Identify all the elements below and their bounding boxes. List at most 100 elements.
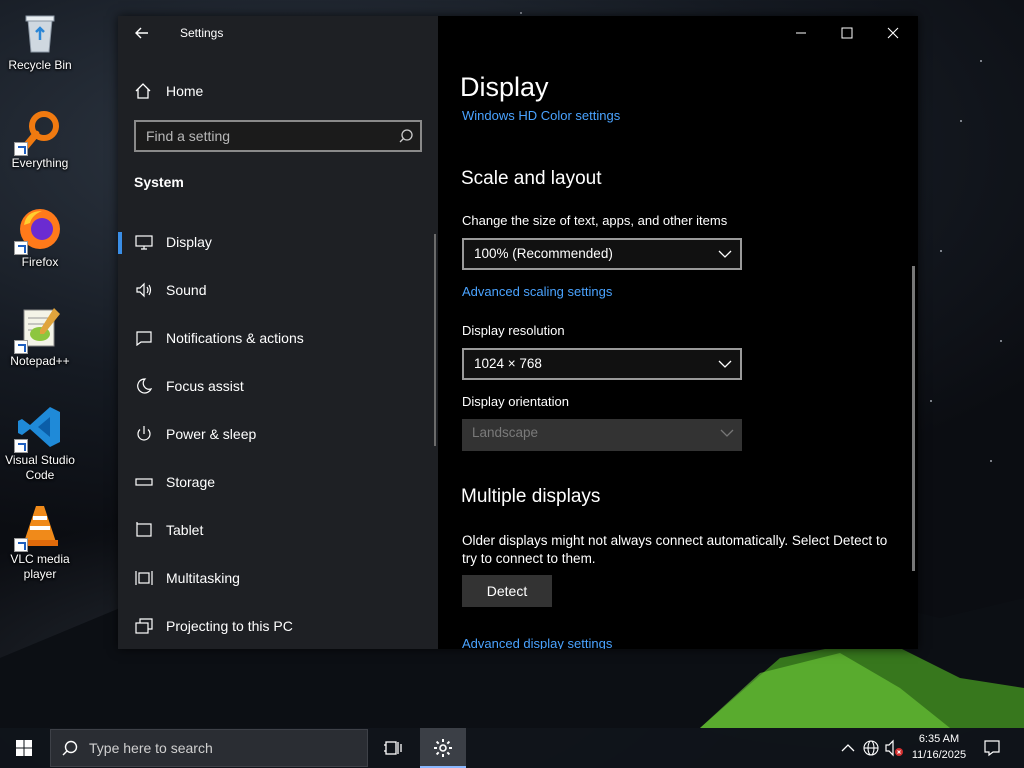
- sidebar-item-label: Storage: [166, 474, 216, 490]
- gear-icon: [434, 739, 452, 757]
- sidebar-item-tablet[interactable]: Tablet: [118, 510, 434, 550]
- hd-color-settings-link[interactable]: Windows HD Color settings: [462, 108, 620, 123]
- orientation-value: Landscape: [472, 425, 539, 440]
- desktop-icon-notepad-plus-plus[interactable]: Notepad++: [2, 304, 78, 369]
- recycle-bin-icon: [16, 8, 64, 56]
- sidebar-item-power-sleep[interactable]: Power & sleep: [118, 414, 434, 454]
- maximize-button[interactable]: [824, 16, 870, 50]
- power-icon: [134, 424, 154, 444]
- taskbar-search-placeholder: Type here to search: [89, 740, 213, 756]
- task-view-button[interactable]: [370, 728, 416, 768]
- multitasking-icon: [134, 568, 154, 588]
- moon-icon: [134, 376, 154, 396]
- scale-label: Change the size of text, apps, and other…: [462, 213, 728, 228]
- find-setting-input[interactable]: Find a setting: [134, 120, 422, 152]
- main-scrollbar[interactable]: [912, 266, 915, 571]
- windows-logo-icon: [16, 740, 32, 756]
- search-icon: [62, 740, 78, 756]
- sidebar-item-focus-assist[interactable]: Focus assist: [118, 366, 434, 406]
- chevron-up-icon: [841, 744, 855, 752]
- settings-sidebar: Settings Home Find a setting System Disp…: [118, 16, 438, 649]
- start-button[interactable]: [0, 728, 48, 768]
- search-placeholder: Find a setting: [146, 128, 231, 144]
- sidebar-item-label: Notifications & actions: [166, 330, 304, 346]
- sidebar-item-label: Multitasking: [166, 570, 240, 586]
- title-bar: Settings: [118, 16, 438, 50]
- desktop-icon-label: Visual Studio Code: [5, 453, 75, 482]
- desktop-icon-vlc[interactable]: VLC media player: [2, 502, 78, 582]
- taskbar-settings-app[interactable]: [420, 728, 466, 768]
- sidebar-item-projecting[interactable]: Projecting to this PC: [118, 606, 434, 646]
- back-button[interactable]: [132, 23, 152, 43]
- scale-layout-heading: Scale and layout: [461, 168, 602, 189]
- close-icon: [887, 27, 899, 39]
- desktop-icon-vscode[interactable]: Visual Studio Code: [2, 403, 78, 483]
- nav-home[interactable]: Home: [134, 78, 414, 104]
- maximize-icon: [841, 27, 853, 39]
- minimize-icon: [796, 32, 806, 34]
- sidebar-item-label: Display: [166, 234, 212, 250]
- desktop-icon-label: Notepad++: [10, 354, 70, 368]
- task-view-icon: [384, 741, 402, 755]
- desktop-icon-recycle-bin[interactable]: Recycle Bin: [2, 8, 78, 73]
- sidebar-item-multitasking[interactable]: Multitasking: [118, 558, 434, 598]
- storage-icon: [134, 472, 154, 492]
- search-icon: [399, 129, 413, 143]
- shortcut-arrow-icon: [14, 340, 28, 354]
- desktop-icon-label: Firefox: [21, 255, 59, 269]
- window-title: Settings: [180, 26, 224, 40]
- orientation-label: Display orientation: [462, 394, 569, 409]
- detect-button[interactable]: Detect: [462, 575, 552, 607]
- speaker-muted-icon: [885, 739, 903, 757]
- scale-value: 100% (Recommended): [474, 246, 613, 261]
- sidebar-scrollbar[interactable]: [434, 234, 436, 446]
- notepad-plus-plus-icon: [14, 304, 64, 354]
- taskbar-search-box[interactable]: Type here to search: [50, 729, 368, 767]
- sidebar-item-label: Focus assist: [166, 378, 244, 394]
- notification-icon: [134, 328, 154, 348]
- scale-dropdown[interactable]: 100% (Recommended): [462, 238, 742, 270]
- section-header: System: [134, 174, 184, 190]
- network-button[interactable]: [861, 738, 881, 758]
- action-center-button[interactable]: [982, 738, 1002, 758]
- home-icon: [135, 83, 151, 99]
- show-hidden-icons-button[interactable]: [838, 738, 858, 758]
- orientation-dropdown[interactable]: Landscape: [462, 419, 742, 451]
- shortcut-arrow-icon: [14, 142, 28, 156]
- sidebar-item-label: Tablet: [166, 522, 204, 538]
- sidebar-item-sound[interactable]: Sound: [118, 270, 434, 310]
- shortcut-arrow-icon: [14, 439, 28, 453]
- sidebar-item-display[interactable]: Display: [118, 222, 434, 262]
- sidebar-item-label: Power & sleep: [166, 426, 257, 442]
- resolution-value: 1024 × 768: [474, 356, 542, 371]
- clock-time: 6:35 AM: [918, 733, 960, 745]
- sidebar-item-storage[interactable]: Storage: [118, 462, 434, 502]
- multiple-displays-heading: Multiple displays: [461, 486, 601, 507]
- sidebar-item-label: Sound: [166, 282, 207, 298]
- monitor-icon: [134, 232, 154, 252]
- nav-home-label: Home: [166, 83, 204, 99]
- desktop-icon-firefox[interactable]: Firefox: [2, 205, 78, 270]
- globe-network-icon: [863, 740, 879, 756]
- firefox-icon: [14, 205, 64, 255]
- shortcut-arrow-icon: [14, 241, 28, 255]
- minimize-button[interactable]: [778, 16, 824, 50]
- desktop-icon-everything[interactable]: Everything: [2, 106, 78, 171]
- resolution-dropdown[interactable]: 1024 × 768: [462, 348, 742, 380]
- close-button[interactable]: [870, 16, 916, 50]
- multiple-displays-description: Older displays might not always connect …: [462, 533, 888, 566]
- volume-button[interactable]: [884, 738, 904, 758]
- back-arrow-icon: [135, 27, 148, 39]
- desktop-icon-label: VLC media player: [10, 552, 70, 581]
- advanced-display-settings-link[interactable]: Advanced display settings: [462, 636, 612, 649]
- clock-date: 11/16/2025: [911, 749, 967, 761]
- settings-main-pane: Display Windows HD Color settings Scale …: [438, 16, 918, 649]
- taskbar-clock[interactable]: 6:35 AM 11/16/2025: [904, 731, 974, 763]
- resolution-label: Display resolution: [462, 323, 565, 338]
- sidebar-item-notifications[interactable]: Notifications & actions: [118, 318, 434, 358]
- chevron-down-icon: [720, 429, 734, 437]
- projecting-icon: [134, 616, 154, 636]
- everything-search-icon: [14, 106, 64, 156]
- tablet-icon: [134, 520, 154, 540]
- advanced-scaling-link[interactable]: Advanced scaling settings: [462, 284, 612, 299]
